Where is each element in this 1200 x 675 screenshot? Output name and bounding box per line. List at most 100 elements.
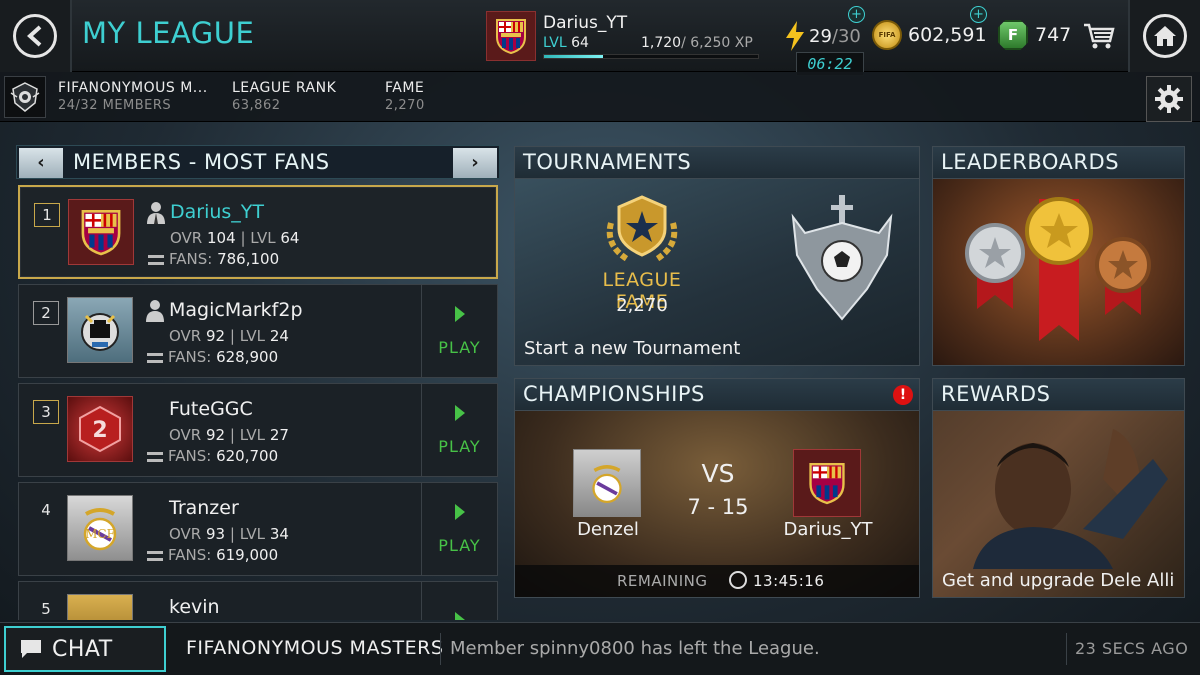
barcelona-crest-icon [793,449,861,517]
member-fans: FANS: 628,900 [147,348,278,366]
energy-current: 29 [809,26,832,47]
championships-tile[interactable]: CHAMPIONSHIPS ! Denzel VS 7 - 15 Darius_… [514,378,920,598]
member-row[interactable]: 1 Darius_YT OVR 104 | LVL 64 FANS: 786,1… [18,185,498,279]
lvl-label: | LVL [229,426,266,444]
home-icon [1143,14,1187,58]
fans-label: FANS: [168,348,212,366]
league-name: FIFANONYMOUS M... [58,80,208,96]
fans-icon [147,352,163,363]
ovr-label: OVR [169,525,202,543]
member-rank: 5 [41,600,51,618]
member-rank: 1 [34,203,60,227]
home-team-name: Denzel [577,519,639,540]
member-row[interactable]: 2 MagicMarkf2p OVR 92 | LVL 24 FANS: 628… [18,284,498,378]
league-rank-label: LEAGUE RANK [232,80,337,96]
member-stats: OVR 93 | LVL 34 [169,525,289,543]
manager-icon [147,202,165,224]
member-ovr: 92 [206,426,226,444]
home-button[interactable] [1128,0,1200,72]
rewards-title: REWARDS [933,379,1184,411]
chat-timestamp: 23 SECS AGO [1075,639,1189,658]
profile-level: LVL 64 [543,35,589,51]
member-stats: OVR 92 | LVL 27 [169,426,289,444]
member-fans: FANS: 786,100 [148,250,279,268]
player-portrait [973,429,1168,569]
ovr-label: OVR [169,327,202,345]
member-name: Darius_YT [170,201,265,223]
league-badge-icon[interactable] [4,76,46,118]
play-arrow-icon [454,503,465,520]
member-name: Tranzer [169,497,239,519]
back-button[interactable] [0,0,72,72]
newcastle-crest-icon [67,297,133,363]
member-fans-value: 620,700 [216,447,279,465]
tournaments-tile[interactable]: TOURNAMENTS LEAGUE FAME 2,270 Start a ne… [514,146,920,366]
member-name: MagicMarkf2p [169,299,303,321]
league-rank-value: 63,862 [232,98,281,113]
settings-button[interactable] [1146,76,1192,122]
gear-icon [1155,85,1183,113]
play-arrow-icon [454,612,465,620]
member-lvl: 27 [269,426,289,444]
match-score: 7 - 15 [687,495,749,519]
xp-progress-fill [544,55,603,58]
tournaments-title: TOURNAMENTS [515,147,919,179]
fans-label: FANS: [169,250,213,268]
members-panel: ‹ MEMBERS - MOST FANS › 1 Darius_YT OVR … [16,145,500,620]
leaderboards-tile[interactable]: LEADERBOARDS [932,146,1185,366]
chat-bubble-icon [21,640,41,658]
league-members: 24/32 MEMBERS [58,98,172,113]
lvl-label: | LVL [240,229,276,247]
profile-summary[interactable]: Darius_YT LVL 64 1,720/ 6,250 XP [486,11,762,61]
add-coins-icon[interactable]: + [970,6,987,23]
chat-divider [1066,633,1067,665]
winged-ball-icon [791,195,893,321]
play-button[interactable]: PLAY [421,483,497,575]
member-fans: FANS: 620,700 [147,447,278,465]
play-label: PLAY [438,535,481,555]
play-button[interactable]: PLAY [421,384,497,476]
chat-bar: CHAT FIFANONYMOUS MASTERS Member spinny0… [0,622,1200,675]
lvl-label: | LVL [229,525,266,543]
league-info-bar: FIFANONYMOUS M... 24/32 MEMBERS LEAGUE R… [0,72,1200,122]
league-rank-block: LEAGUE RANK 63,862 [232,80,336,113]
real-madrid-crest-icon [573,449,641,517]
barcelona-crest-icon [486,11,536,61]
play-button[interactable]: PLAY [421,285,497,377]
chat-message[interactable]: Member spinny0800 has left the League. [450,638,820,659]
vs-label: VS [701,459,735,488]
prev-sort-button[interactable]: ‹ [19,148,63,178]
play-button[interactable] [421,582,497,620]
member-stats: OVR 92 | LVL 24 [169,327,289,345]
member-row[interactable]: 5 kevin [18,581,498,620]
members-title: MEMBERS - MOST FANS [73,150,330,174]
coin-icon: FIFA [872,20,902,50]
member-row[interactable]: 3 2 FuteGGC OVR 92 | LVL 27 FANS: 620,70… [18,383,498,477]
remaining-bar: REMAINING 13:45:16 [515,565,919,597]
fans-icon [147,550,163,561]
next-sort-button[interactable]: › [453,148,497,178]
league-fame-block: FAME 2,270 [385,80,425,113]
remaining-time: 13:45:16 [753,572,825,590]
fans-label: FANS: [168,447,212,465]
members-header: ‹ MEMBERS - MOST FANS › [16,145,500,179]
chat-button[interactable]: CHAT [4,626,166,672]
add-energy-icon[interactable]: + [848,6,865,23]
tournaments-caption: Start a new Tournament [524,338,741,359]
league-fame-label: FAME [385,80,425,96]
profile-name: Darius_YT [543,13,628,33]
chat-label: CHAT [52,636,113,662]
cart-icon[interactable] [1083,22,1115,50]
page-title: MY LEAGUE [82,16,255,50]
rewards-tile[interactable]: REWARDS Get and upgrade Dele Alli [932,378,1185,598]
member-lvl: 64 [280,229,300,247]
barcelona-crest-icon [68,199,134,265]
medals-icon [965,197,1151,341]
member-fans-value: 786,100 [217,250,280,268]
member-row[interactable]: 4 MCF Tranzer OVR 93 | LVL 34 FANS: 619,… [18,482,498,576]
member-fans: FANS: 619,000 [147,546,278,564]
xp-total: / 6,250 XP [681,35,753,51]
member-lvl: 24 [269,327,289,345]
gold-badge-icon [67,594,133,620]
top-bar: MY LEAGUE Darius_YT LVL 64 1,720/ 6,250 … [0,0,1200,72]
